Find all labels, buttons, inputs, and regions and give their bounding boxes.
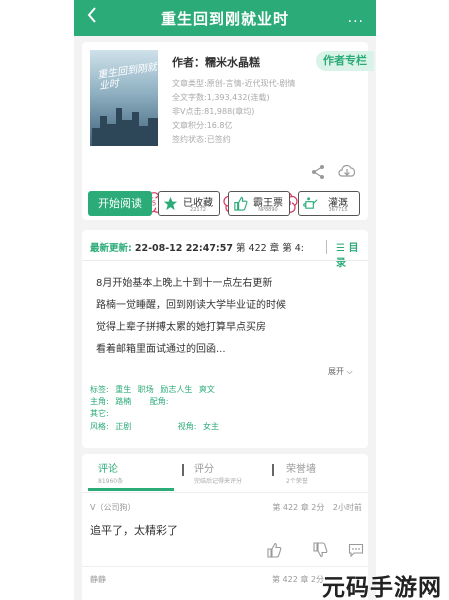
tab-title: 荣誉墙 — [286, 464, 316, 475]
view-label: 视角: — [177, 422, 197, 431]
chevron-down-icon: ⌵ — [346, 367, 353, 376]
tab-honor-wall[interactable]: 荣誉墙 2个荣誉 — [286, 460, 316, 485]
expand-button[interactable]: 展开 ⌵ — [328, 366, 353, 377]
comment-meta: 第 422 章 2分 2小时前 — [272, 502, 362, 513]
roles-line: 主角: 路楠 配角: — [90, 396, 173, 407]
style-value: 正剧 — [115, 422, 132, 431]
dislike-icon[interactable] — [312, 542, 328, 558]
tab-separator — [182, 464, 184, 476]
latest-update[interactable]: 最新更新: 22-08-12 22:47:57 第 422 章 第 4: — [90, 240, 322, 254]
download-cloud-icon[interactable] — [337, 162, 357, 180]
tab-rating[interactable]: 评分 完结后记得来评分 — [194, 460, 242, 485]
tag-item[interactable]: 重生 — [115, 385, 131, 394]
collect-button[interactable]: 已收藏 22172 — [158, 191, 220, 216]
share-icon[interactable] — [310, 164, 326, 180]
catalog-button[interactable]: ☰ 目录 — [336, 239, 368, 269]
vote-button[interactable]: 霸王票 NP8890 — [228, 191, 290, 216]
update-label: 最新更新: — [90, 243, 132, 254]
other-line: 其它: — [90, 408, 113, 419]
protagonist-label: 主角: — [90, 397, 109, 406]
update-chapter: 第 422 章 第 4: — [236, 243, 304, 254]
water-button[interactable]: 灌溉 367715 — [298, 191, 360, 216]
tags-label: 标签: — [90, 385, 109, 394]
intro-line: 看着邮箱里面试通过的回函... — [96, 344, 226, 355]
tab-comments[interactable]: 评论 81960条 — [98, 460, 123, 485]
cover-city-image — [90, 104, 158, 146]
tab-sub: 81960条 — [98, 478, 124, 485]
comment-chapter: 第 422 章 — [272, 575, 309, 584]
tab-sub: 2个荣誉 — [286, 478, 308, 485]
water-count: 367715 — [328, 207, 348, 213]
tags-line: 标签: 重生 职场 励志人生 爽文 — [90, 384, 219, 395]
support-label: 配角: — [149, 397, 169, 406]
phone-screen: 重生回到刚就业时 ... 重生回到刚就业时 作者：糯米水晶糕 作者专栏 文章类型… — [74, 0, 376, 600]
comment-user[interactable]: 静静 — [90, 574, 106, 585]
style-line: 风格: 正剧 视角: 女主 — [90, 421, 223, 432]
comment-text: 追平了，太精彩了 — [90, 524, 178, 537]
like-icon[interactable] — [266, 542, 282, 558]
meta-words: 全文字数:1,393,432(连载) — [172, 93, 270, 102]
tab-title: 评分 — [194, 464, 214, 475]
other-label: 其它: — [90, 409, 109, 418]
thumbs-up-icon — [234, 196, 248, 211]
watering-can-icon — [303, 197, 318, 209]
tag-item[interactable]: 爽文 — [199, 385, 215, 394]
start-reading-button[interactable]: 开始阅读 — [88, 191, 152, 216]
divider — [82, 492, 368, 493]
view-value: 女主 — [203, 422, 220, 431]
author-name[interactable]: 作者：糯米水晶糕 — [172, 54, 260, 70]
tab-separator — [272, 464, 274, 476]
meta-score: 文章积分:16.8亿 — [172, 121, 233, 130]
star-icon — [163, 196, 178, 211]
tab-title: 评论 — [98, 464, 118, 475]
divider — [82, 566, 368, 567]
tag-item[interactable]: 职场 — [138, 385, 154, 394]
reply-icon[interactable] — [348, 542, 364, 558]
cover-title: 重生回到刚就业时 — [96, 61, 158, 93]
update-separator — [326, 240, 327, 254]
collect-count: 22172 — [190, 207, 206, 213]
tab-sub: 完结后记得来评分 — [194, 478, 243, 485]
update-card: 最新更新: 22-08-12 22:47:57 第 422 章 第 4: ☰ 目… — [82, 230, 368, 448]
comment-user[interactable]: V（公司狗） — [90, 502, 135, 513]
update-date: 22-08-12 22:47:57 — [134, 243, 233, 254]
intro-line: 路楠一觉睡醒，回到刚读大学毕业证的时候 — [96, 300, 286, 311]
author-column-button[interactable]: 作者专栏 — [316, 51, 374, 71]
protagonist-value: 路楠 — [115, 397, 132, 406]
expand-label: 展开 — [328, 367, 344, 376]
book-cover[interactable]: 重生回到刚就业时 — [90, 50, 158, 146]
intro-line: 8月开始基本上晚上十到十一点左右更新 — [96, 278, 273, 289]
tab-underline — [88, 488, 174, 491]
more-button[interactable]: ... — [348, 10, 364, 26]
meta-type: 文章类型:原创-言情-近代现代-剧情 — [172, 79, 296, 88]
page-title: 重生回到刚就业时 — [160, 10, 289, 28]
list-icon: ☰ — [336, 243, 345, 254]
intro-line: 觉得上辈子拼搏太累的她打算早点买房 — [96, 322, 266, 333]
top-bar: 重生回到刚就业时 ... — [74, 0, 376, 36]
meta-sign: 签约状态:已签约 — [172, 135, 231, 144]
comment-chapter: 第 422 章 — [272, 503, 309, 512]
tag-item[interactable]: 励志人生 — [160, 385, 192, 394]
site-watermark: 元码手游网 — [322, 575, 442, 600]
style-label: 风格: — [90, 422, 109, 431]
meta-clicks: 非V点击:81,988(章均) — [172, 107, 255, 116]
comment-score: 2分 — [311, 503, 325, 512]
action-button-row: 开始阅读 已收藏 22172 霸王票 NP8890 灌溉 367715 — [82, 191, 368, 217]
comment-meta: 第 422 章 2分 — [272, 574, 324, 585]
divider — [82, 260, 368, 261]
vote-count: NP8890 — [258, 207, 278, 213]
comment-ago: 2小时前 — [332, 503, 362, 512]
